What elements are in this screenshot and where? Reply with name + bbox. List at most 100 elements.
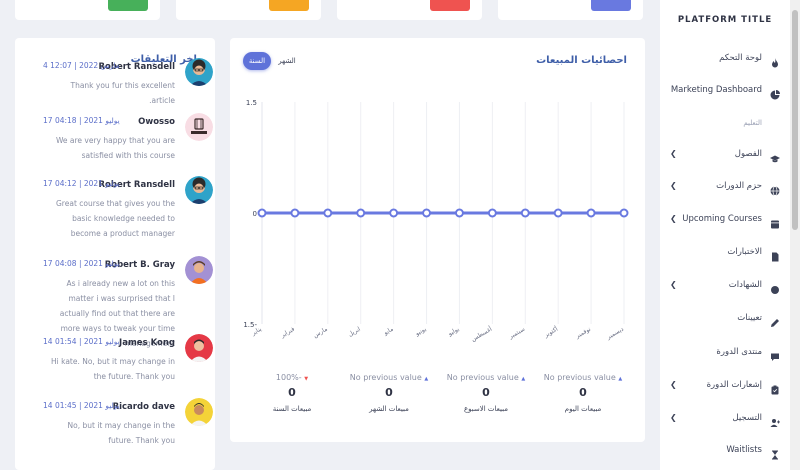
data-point (586, 208, 596, 218)
comment-text: Hi kate. No, but it may change in the fu… (51, 357, 175, 381)
graduation-cap-icon (770, 149, 780, 163)
comment-item: Robert B. Gray 17 يوليو 2021 | 04:08 As i … (43, 256, 213, 348)
owosso-logo-icon[interactable] (185, 113, 213, 141)
sidebar-item-label: الاختبارات (727, 247, 762, 257)
data-point (553, 208, 563, 218)
stat-change: No previous value ▲ (441, 373, 531, 382)
comment-item: Robert Ransdell 17 يوليو 2021 | 04:12 Grea… (43, 176, 213, 238)
data-point (422, 208, 432, 218)
x-tick-label: سبتمبر (507, 326, 526, 341)
stat-label: مبيعات الشهر (369, 405, 409, 413)
stat-value: 0 (385, 386, 393, 399)
x-tick-label: أكتوبر (542, 325, 560, 340)
data-point (323, 208, 333, 218)
sidebar-item-fire[interactable]: لوحة التحكم (660, 50, 790, 68)
sidebar-item-calendar[interactable]: Upcoming Courses ❮ (660, 211, 790, 229)
sidebar-item-pie-chart[interactable]: Marketing Dashboard (660, 82, 790, 100)
stat-value: 0 (288, 386, 296, 399)
stat-card-accent (108, 0, 148, 11)
comment-icon (770, 347, 780, 361)
scrollbar[interactable] (790, 0, 800, 470)
sidebar-item-label: تعيينات (737, 313, 762, 323)
avatar[interactable] (185, 176, 213, 204)
year-toggle-button[interactable]: السنة (243, 52, 271, 70)
sales-stat: 100%- ▼ 0 مبيعات السنة (247, 373, 337, 413)
x-tick-label: فبراير (279, 326, 296, 340)
stat-card-3 (337, 0, 482, 20)
comment-author[interactable]: Ricardo dave (113, 402, 175, 412)
scrollbar-thumb[interactable] (792, 10, 798, 230)
sidebar-item-label: Marketing Dashboard (670, 85, 762, 95)
comment-date: 14 يوليو 2021 | 01:45 (43, 401, 120, 410)
data-point (487, 208, 497, 218)
stat-label: مبيعات السنة (272, 405, 312, 413)
sidebar-item-circle[interactable]: الشهادات ❮ (660, 277, 790, 294)
sidebar-item-user-plus[interactable]: التسجيل ❮ (660, 410, 790, 427)
chevron-left-icon[interactable]: ❮ (670, 413, 677, 422)
sidebar-section-label: التعليم (743, 119, 762, 127)
sidebar-item-file[interactable]: الاختبارات (660, 244, 790, 262)
stat-change: No previous value ▲ (344, 373, 434, 382)
stat-change-text: No previous value (446, 373, 519, 382)
x-tick-label: أغسطس (470, 325, 494, 343)
chevron-left-icon[interactable]: ❮ (670, 280, 677, 289)
comment-text: Thank you fur this excellent article. (70, 81, 175, 105)
avatar[interactable] (185, 334, 213, 362)
chevron-left-icon[interactable]: ❮ (670, 214, 677, 223)
clipboard-icon (770, 380, 780, 395)
data-point (454, 208, 464, 218)
sidebar-item-comment[interactable]: منتدى الدورة (660, 344, 790, 361)
arrow-up-icon: ▲ (521, 376, 526, 382)
x-tick-label: مارس (312, 326, 329, 340)
comment-text: We are very happy that you are satisfied… (55, 136, 175, 160)
sidebar-item-label: منتدى الدورة (716, 347, 762, 357)
sidebar-item-pen[interactable]: تعيينات (660, 310, 790, 327)
y-tick-label: 1.5 (246, 99, 257, 107)
stat-change-text: 100%- (275, 373, 302, 382)
avatar[interactable] (185, 256, 213, 284)
sidebar-item-label: لوحة التحكم (719, 53, 762, 63)
avatar[interactable] (185, 398, 213, 426)
sidebar-item-globe[interactable]: حزم الدورات ❮ (660, 178, 790, 196)
chevron-left-icon[interactable]: ❮ (670, 380, 677, 389)
arrow-up-icon: ▲ (424, 376, 429, 382)
stat-card-accent (591, 0, 631, 11)
chevron-left-icon[interactable]: ❮ (670, 181, 677, 190)
avatar[interactable] (185, 58, 213, 86)
stat-label: مبيعات اليوم (564, 405, 602, 413)
sidebar-item-label: إشعارات الدورة (706, 380, 762, 390)
sidebar-item-label: التسجيل (732, 413, 762, 423)
comment-item: Owosso 17 يوليو 2021 | 04:18 We are very h… (43, 113, 213, 173)
pen-icon (770, 313, 780, 327)
sidebar-item-clipboard[interactable]: إشعارات الدورة ❮ (660, 377, 790, 395)
comment-date: 4 مارس 2022 | 12:07 (43, 61, 120, 70)
top-stat-cards (0, 0, 660, 22)
data-point (619, 208, 629, 218)
stat-card-4 (498, 0, 643, 20)
chevron-left-icon[interactable]: ❮ (670, 149, 677, 158)
sidebar-item-graduation-cap[interactable]: الفصول ❮ (660, 146, 790, 163)
comment-author[interactable]: Owosso (138, 117, 175, 127)
x-tick-label: مايو (382, 326, 395, 337)
latest-comments-panel: اخر التعليقات Robert Ransdell 4 مارس 2022… (15, 38, 215, 470)
comment-date: 17 يوليو 2021 | 04:12 (43, 179, 120, 188)
comment-item: Robert Ransdell 4 مارس 2022 | 12:07 Thank … (43, 58, 213, 118)
stat-card-accent (430, 0, 470, 11)
data-point (389, 208, 399, 218)
comment-date: 17 يوليو 2021 | 04:18 (43, 116, 120, 125)
pie-chart-icon (770, 85, 780, 100)
platform-title: PLATFORM TITLE (677, 15, 773, 25)
hourglass-icon (770, 445, 780, 460)
stat-change-text: No previous value (543, 373, 616, 382)
month-toggle-button[interactable]: الشهر (275, 52, 299, 70)
x-tick-label: ديسمبر (605, 326, 625, 342)
sales-panel-title: احصائيات المبيعات (536, 55, 627, 66)
sidebar-item-hourglass[interactable]: Waitlists (660, 442, 790, 460)
comment-author[interactable]: James Kong (119, 338, 175, 348)
comment-item: James Kong 14 يوليو 2021 | 01:54 Hi kate. … (43, 334, 213, 394)
stat-card-accent (269, 0, 309, 11)
arrow-up-icon: ▲ (618, 376, 623, 382)
x-tick-label: ابريل (347, 326, 362, 339)
stat-value: 0 (482, 386, 490, 399)
data-point (520, 208, 530, 218)
